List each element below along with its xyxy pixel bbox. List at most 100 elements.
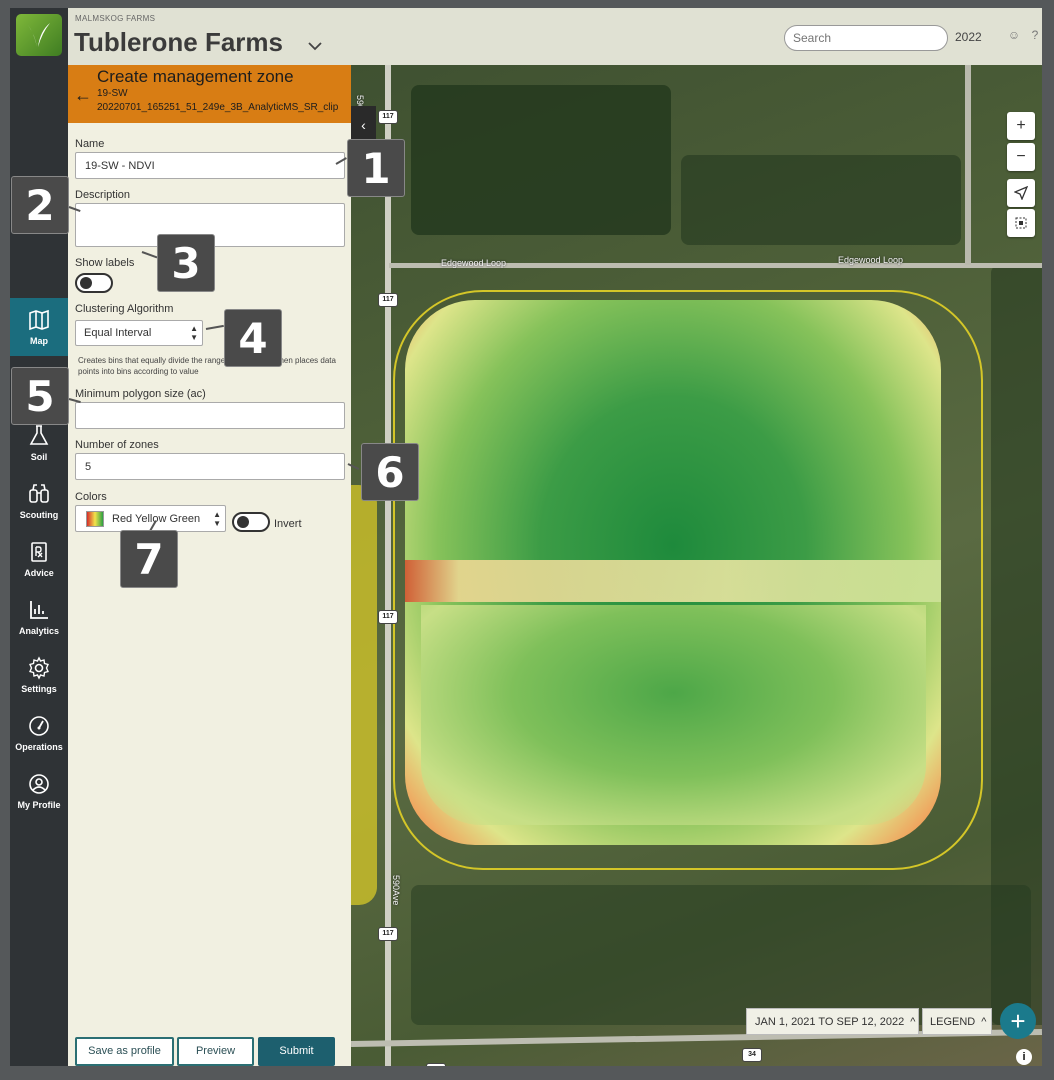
color-ramp-swatch [86, 510, 104, 527]
zoom-in-button[interactable]: + [1007, 112, 1035, 140]
clustering-label: Clustering Algorithm [75, 303, 174, 315]
nav-item-analytics[interactable]: Analytics [10, 588, 68, 646]
add-button[interactable]: + [1000, 1003, 1036, 1039]
road-north [965, 65, 971, 265]
route-shield: 117 [378, 293, 398, 307]
name-input[interactable] [75, 152, 345, 179]
bar-chart-icon [30, 601, 48, 619]
route-shield: 117 [378, 927, 398, 941]
road-label: 590Ave [391, 875, 401, 906]
clustering-help-text: Creates bins that equally divide the ran… [78, 356, 336, 376]
callout-3: 3 [157, 234, 215, 292]
org-name: MALMSKOG FARMS [75, 14, 156, 23]
nav-label: Advice [24, 568, 54, 578]
min-polygon-label: Minimum polygon size (ac) [75, 388, 206, 400]
callout-7: 7 [120, 530, 178, 588]
nav-item-profile[interactable]: My Profile [10, 762, 68, 820]
gear-icon [29, 656, 49, 680]
name-label: Name [75, 138, 105, 150]
colors-label: Colors [75, 491, 107, 503]
farm-selector[interactable]: Tublerone Farms [74, 27, 283, 58]
select-area-icon [1015, 217, 1027, 229]
show-labels-toggle[interactable] [75, 273, 113, 293]
nav-label: Settings [21, 684, 57, 694]
user-circle-icon [29, 774, 49, 794]
road-label: Edgewood Loop [441, 258, 507, 268]
callout-6: 6 [361, 443, 419, 501]
search-input[interactable] [784, 25, 948, 51]
route-shield: 117 [378, 610, 398, 624]
callout-4: 4 [224, 309, 282, 367]
tree-area [681, 155, 961, 245]
app-frame: Edgewood Loop Edgewood Loop 590 Ave 590A… [10, 8, 1042, 1066]
clustering-value: Equal Interval [84, 327, 152, 339]
tree-area [411, 885, 1031, 1025]
app-header: MALMSKOG FARMS Tublerone Farms 2022 ☺ ? [68, 8, 1042, 65]
nav-label: Operations [15, 742, 63, 752]
legend-text: LEGEND [930, 1015, 976, 1028]
select-area-button[interactable] [1007, 209, 1035, 237]
route-shield: 117 [378, 110, 398, 124]
preview-button[interactable]: Preview [177, 1037, 254, 1066]
nav-label: Soil [30, 452, 48, 462]
zoom-out-button[interactable]: − [1007, 143, 1035, 171]
route-shield: 34 [742, 1048, 762, 1062]
zones-input[interactable] [75, 453, 345, 480]
nav-item-scouting[interactable]: Scouting [10, 472, 68, 530]
road-label: Edgewood Loop [838, 255, 904, 265]
prescription-icon [31, 542, 47, 562]
smiley-icon[interactable]: ☺ [1007, 28, 1021, 42]
road-vertical [385, 65, 391, 1066]
nav-item-settings[interactable]: Settings [10, 646, 68, 704]
nav-item-advice[interactable]: Advice [10, 530, 68, 588]
legend-toggle[interactable]: LEGEND ^ [922, 1008, 992, 1035]
select-arrows-icon: ▲ ▼ [213, 510, 221, 528]
chevron-up-icon: ^ [910, 1015, 916, 1028]
adjacent-parcel [351, 485, 377, 905]
select-arrows-icon: ▲ ▼ [190, 324, 198, 342]
nav-item-operations[interactable]: Operations [10, 704, 68, 762]
invert-toggle[interactable] [232, 512, 270, 532]
route-shield: 34 [426, 1063, 446, 1066]
callout-1: 1 [347, 139, 405, 197]
map-icon [29, 309, 49, 331]
callout-5: 5 [11, 367, 69, 425]
field-name: 19-SW [97, 88, 128, 99]
locate-button[interactable] [1007, 179, 1035, 207]
date-range-text: JAN 1, 2021 TO SEP 12, 2022 [755, 1015, 905, 1028]
app-logo[interactable] [16, 14, 62, 56]
zones-label: Number of zones [75, 439, 159, 451]
help-icon[interactable]: ? [1028, 28, 1042, 42]
chevron-down-icon[interactable] [307, 40, 323, 52]
flask-icon [29, 425, 49, 445]
callout-2: 2 [11, 176, 69, 234]
map-view[interactable]: Edgewood Loop Edgewood Loop 590 Ave 590A… [351, 65, 1042, 1066]
show-labels-label: Show labels [75, 257, 135, 269]
nav-label: Scouting [19, 510, 59, 520]
nav-item-map[interactable]: Map [10, 298, 68, 356]
image-name: 20220701_165251_51_249e_3B_AnalyticMS_SR… [97, 102, 339, 113]
invert-label: Invert [274, 518, 302, 530]
description-label: Description [75, 189, 131, 201]
binoculars-icon [29, 484, 49, 503]
gauge-icon [29, 716, 49, 736]
colors-value: Red Yellow Green [112, 512, 201, 525]
date-range-selector[interactable]: JAN 1, 2021 TO SEP 12, 2022 ^ [746, 1008, 919, 1035]
info-icon[interactable]: i [1016, 1049, 1032, 1065]
locate-arrow-icon [1014, 186, 1028, 200]
nav-label: Map [30, 336, 48, 346]
nav-label: My Profile [17, 800, 61, 810]
nav-rail: Map Soil Scouting Advice Analytics Setti… [10, 8, 68, 1066]
panel-header: ← Create management zone 19-SW 20220701_… [68, 65, 351, 123]
management-zone-panel: ← Create management zone 19-SW 20220701_… [68, 65, 351, 1066]
save-as-profile-button[interactable]: Save as profile [75, 1037, 174, 1066]
panel-title: Create management zone [97, 67, 294, 86]
ndvi-stripe [405, 560, 941, 602]
leaf-logo-icon [28, 23, 50, 47]
back-arrow-icon[interactable]: ← [74, 85, 92, 106]
year-selector[interactable]: 2022 [955, 30, 982, 44]
clustering-select[interactable]: Equal Interval ▲ ▼ [75, 320, 203, 346]
submit-button[interactable]: Submit [258, 1037, 335, 1066]
min-polygon-input[interactable] [75, 402, 345, 429]
tree-area [411, 85, 671, 235]
